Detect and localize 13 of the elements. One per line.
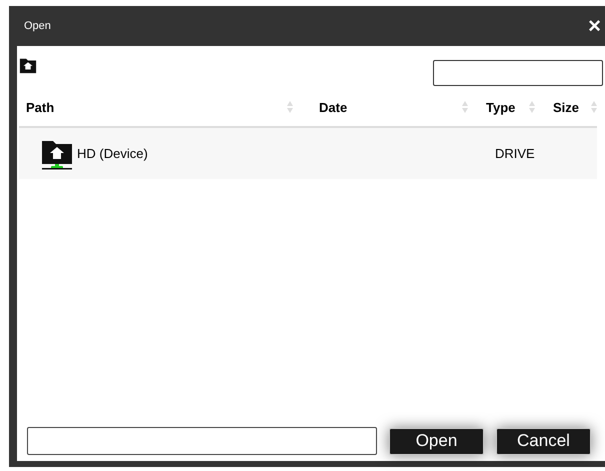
sort-icon	[529, 101, 535, 113]
cancel-button[interactable]: Cancel	[496, 428, 591, 454]
window-title: Open	[24, 20, 51, 32]
sort-icon	[287, 101, 293, 113]
sort-icon	[591, 101, 597, 113]
open-button[interactable]: Open	[389, 428, 484, 454]
close-button[interactable]: ×	[588, 15, 601, 37]
home-folder-icon[interactable]	[19, 56, 37, 74]
path-text: HD (Device)	[77, 146, 148, 161]
filter-field[interactable]	[433, 60, 603, 86]
sort-icon	[462, 101, 468, 113]
type-text: DRIVE	[495, 146, 535, 161]
filename-field[interactable]	[27, 427, 377, 455]
